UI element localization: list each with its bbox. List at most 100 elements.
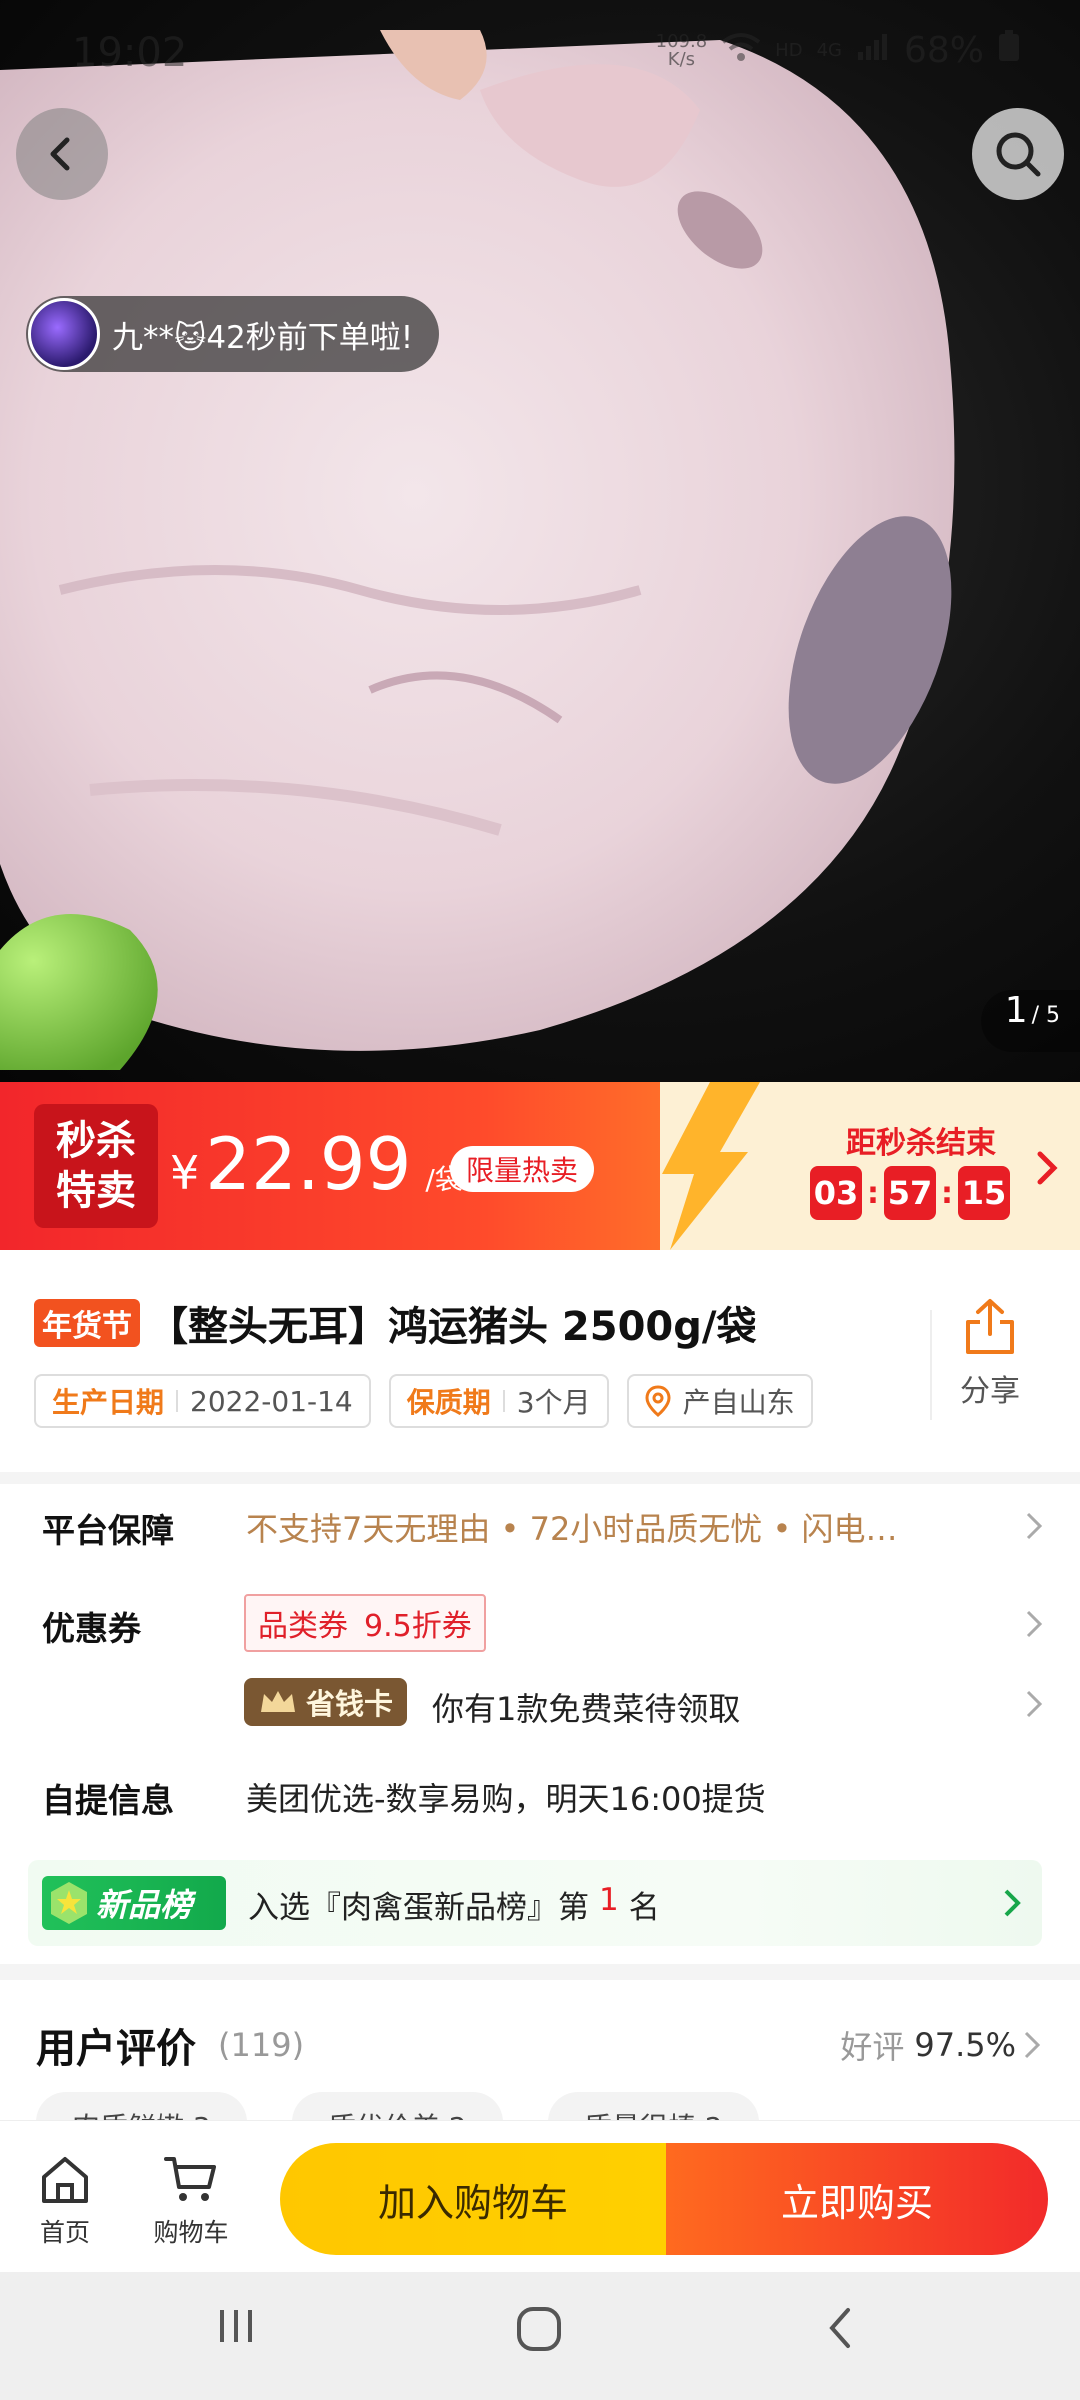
- coupon-label: 优惠券: [42, 1609, 141, 1648]
- production-date-value: 2022-01-14: [190, 1384, 353, 1418]
- pickup-label: 自提信息: [42, 1781, 174, 1820]
- flash-sale-badge: 秒杀 特卖: [34, 1104, 158, 1228]
- guarantee-label: 平台保障: [42, 1511, 174, 1550]
- countdown-separator: :: [867, 1175, 879, 1211]
- tab-home[interactable]: 首页: [36, 2155, 94, 2249]
- image-pager: 1 / 5: [980, 990, 1080, 1052]
- network-type: 4G: [816, 40, 842, 61]
- countdown-hours: 03: [810, 1166, 862, 1220]
- hot-sale-tag: 限量热卖: [450, 1146, 595, 1192]
- search-button[interactable]: [972, 108, 1064, 200]
- back-arrow-icon: [50, 137, 70, 171]
- crown-icon: [261, 1691, 295, 1712]
- chevron-right-icon: [1004, 1889, 1021, 1917]
- back-nav-icon[interactable]: [820, 2304, 860, 2352]
- chevron-right-icon[interactable]: [1024, 1688, 1044, 1720]
- new-rank-badge: 新品榜: [42, 1876, 226, 1930]
- new-rank-label: 新品榜: [96, 1886, 193, 1924]
- product-image-carousel[interactable]: 19:02 109.8 K/s HD 4G 68% 九**🐱42秒前下单啦! 1…: [0, 0, 1080, 1082]
- shelf-life-value: 3个月: [516, 1386, 591, 1419]
- tab-cart[interactable]: 购物车: [150, 2155, 232, 2249]
- flash-sale-line2: 特卖: [56, 1168, 136, 1214]
- net-speed-value: 109.8: [655, 30, 708, 52]
- saver-card-text[interactable]: 你有1款免费菜待领取: [432, 1684, 740, 1730]
- countdown-timer: 03 : 57 : 15: [810, 1166, 1010, 1220]
- coupon-chip[interactable]: 品类券 9.5折券: [244, 1594, 486, 1652]
- rank-number: 1: [599, 1882, 619, 1918]
- share-icon: [966, 1299, 1014, 1354]
- shelf-life-chip: 保质期 3个月: [388, 1374, 609, 1428]
- tab-home-label: 首页: [39, 2218, 90, 2247]
- price: ¥ 22.99 /袋: [170, 1122, 463, 1206]
- cart-icon: [164, 2157, 216, 2201]
- add-to-cart-button[interactable]: 加入购物车: [280, 2143, 666, 2255]
- good-rating-label: 好评: [840, 2028, 905, 2066]
- flash-sale-banner: 秒杀 特卖 ¥ 22.99 /袋 限量热卖 距秒杀结束 03 : 57 : 15: [0, 1082, 1080, 1250]
- system-nav-bar: [0, 2272, 1080, 2400]
- battery-percent: 68%: [903, 30, 984, 71]
- pager-total: / 5: [1031, 1003, 1060, 1028]
- chevron-right-icon[interactable]: [1034, 1150, 1060, 1186]
- product-photo: [0, 30, 955, 1070]
- coupon-value: 9.5折券: [364, 1609, 472, 1644]
- countdown-title: 距秒杀结束: [846, 1126, 996, 1161]
- review-tag-chip[interactable]: 肉质鲜嫩 3: [36, 2092, 247, 2120]
- saver-card-badge: 省钱卡: [244, 1678, 408, 1726]
- chip-divider: [176, 1390, 179, 1412]
- recent-apps-icon[interactable]: [214, 2304, 258, 2348]
- coupon-type: 品类券: [258, 1609, 348, 1644]
- rank-suffix: 名: [628, 1890, 660, 1926]
- saver-card-label: 省钱卡: [306, 1687, 394, 1721]
- back-button[interactable]: [16, 108, 108, 200]
- hd-indicator: HD: [775, 40, 803, 61]
- good-rating-percent: 97.5%: [914, 2026, 1016, 2064]
- tab-cart-label: 购物车: [153, 2218, 229, 2247]
- buy-now-button[interactable]: 立即购买: [666, 2143, 1048, 2255]
- reviews-section: 用户评价 (119) 好评 97.5% 肉质鲜嫩 3 质优价美 2 质量很棒 2: [0, 1980, 1080, 2120]
- new-product-rank-banner[interactable]: 新品榜 入选『肉禽蛋新品榜』第 1 名: [28, 1860, 1042, 1946]
- net-speed: 109.8 K/s: [655, 30, 708, 69]
- location-pin-icon: [645, 1385, 671, 1417]
- status-icons: 109.8 K/s HD 4G 68%: [656, 30, 1020, 71]
- chip-divider: [502, 1390, 505, 1412]
- home-icon: [42, 2157, 88, 2203]
- rank-prefix: 入选『肉禽蛋新品榜』第: [248, 1890, 589, 1926]
- lightning-icon: [662, 1082, 760, 1250]
- share-label: 分享: [960, 1374, 1020, 1409]
- chevron-right-icon[interactable]: [1024, 1510, 1044, 1542]
- title-row: 年货节 【整头无耳】鸿运猪头 2500g/袋: [34, 1294, 757, 1352]
- status-bar: 19:02 109.8 K/s HD 4G 68%: [0, 0, 1080, 110]
- origin-value: 产自山东: [682, 1386, 795, 1419]
- home-nav-icon[interactable]: [514, 2304, 564, 2354]
- section-gap: [0, 1964, 1080, 1980]
- reviews-title: 用户评价: [36, 2026, 196, 2072]
- guarantee-value[interactable]: 不支持7天无理由 • 72小时品质无忧 • 闪电…: [246, 1504, 898, 1550]
- battery-icon: [998, 30, 1020, 71]
- festival-tag: 年货节: [34, 1299, 140, 1347]
- review-tag-chip[interactable]: 质优价美 2: [292, 2092, 503, 2120]
- recent-order-text: 九**🐱42秒前下单啦!: [112, 319, 414, 356]
- share-button[interactable]: 分享: [930, 1298, 1050, 1410]
- reviews-count: (119): [218, 2026, 305, 2064]
- product-title-section: 年货节 【整头无耳】鸿运猪头 2500g/袋 生产日期 2022-01-14 保…: [0, 1250, 1080, 1472]
- chevron-right-icon: [1024, 2031, 1041, 2059]
- currency-symbol: ¥: [170, 1146, 200, 1200]
- pickup-value: 美团优选-数享易购，明天16:00提货: [246, 1780, 766, 1818]
- review-tag-chip[interactable]: 质量很棒 2: [548, 2092, 759, 2120]
- chevron-right-icon[interactable]: [1024, 1608, 1044, 1640]
- avatar: [28, 298, 100, 370]
- signal-icon: [856, 30, 890, 71]
- origin-chip: 产自山东: [626, 1374, 813, 1428]
- section-gap: [0, 1472, 1080, 1484]
- status-time: 19:02: [72, 30, 188, 76]
- countdown-seconds: 15: [958, 1166, 1010, 1220]
- new-rank-text: 入选『肉禽蛋新品榜』第 1 名: [248, 1882, 660, 1927]
- product-title: 【整头无耳】鸿运猪头 2500g/袋: [148, 1304, 757, 1350]
- search-icon: [996, 132, 1041, 177]
- price-value: 22.99: [205, 1122, 412, 1206]
- shelf-life-label: 保质期: [406, 1386, 491, 1419]
- star-icon: [51, 1882, 87, 1924]
- wifi-icon: [721, 30, 761, 71]
- bottom-action-bar: 首页 购物车 加入购物车 立即购买: [0, 2120, 1080, 2272]
- good-rating[interactable]: 好评 97.5%: [840, 2022, 1042, 2068]
